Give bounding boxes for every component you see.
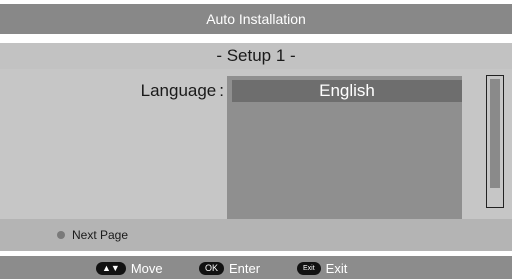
language-label-text: Language xyxy=(140,81,217,100)
auto-installation-screen: Auto Installation - Setup 1 - Language :… xyxy=(0,0,512,279)
language-label-separator: : xyxy=(219,81,224,100)
language-option-label: English xyxy=(319,81,375,100)
enter-hint-label: Enter xyxy=(229,260,261,276)
title-bar: Auto Installation xyxy=(0,4,512,34)
next-page-hint[interactable]: Next Page xyxy=(57,225,128,245)
enter-hint: OK Enter xyxy=(199,259,260,277)
scrollbar-thumb[interactable] xyxy=(490,79,500,188)
ok-key-icon: OK xyxy=(199,261,225,275)
setup-step-bar: - Setup 1 - xyxy=(0,43,512,69)
language-scrollbar[interactable] xyxy=(486,75,504,208)
exit-hint-label: Exit xyxy=(325,260,348,276)
move-hint-label: Move xyxy=(130,260,163,276)
language-option-english[interactable]: English xyxy=(232,80,462,102)
move-hint: ▲▼ Move xyxy=(96,259,163,277)
exit-key-icon: Exit xyxy=(297,261,321,275)
setup-step-title: - Setup 1 - xyxy=(216,46,296,65)
exit-hint: Exit Exit xyxy=(297,259,347,277)
screen-title: Auto Installation xyxy=(206,11,306,27)
up-down-arrow-icon: ▲▼ xyxy=(96,261,126,275)
next-page-label: Next Page xyxy=(72,228,129,242)
language-label: Language : xyxy=(100,80,224,102)
bullet-dot-icon xyxy=(57,231,65,239)
